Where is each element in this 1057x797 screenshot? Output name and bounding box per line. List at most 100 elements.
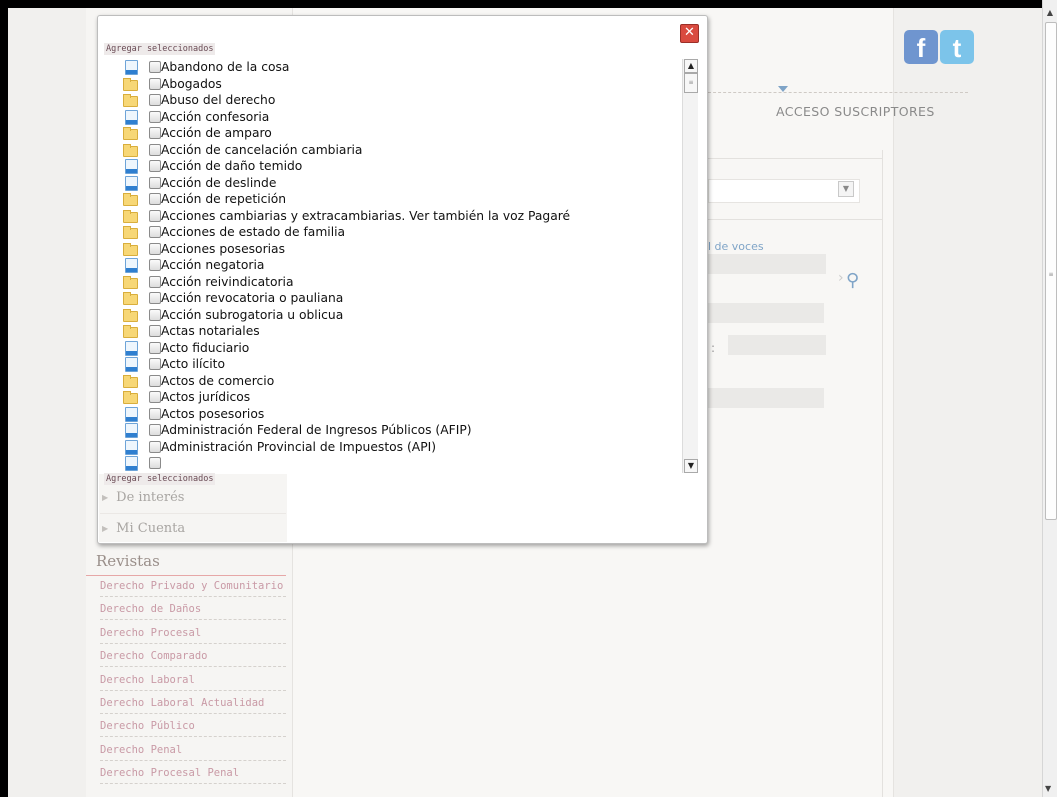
menu-item-de-interes[interactable]: ▶ De interés bbox=[102, 490, 184, 505]
list-item-label: Abandono de la cosa bbox=[161, 60, 290, 74]
item-checkbox[interactable] bbox=[149, 176, 161, 189]
item-checkbox[interactable] bbox=[149, 275, 161, 288]
search-input[interactable] bbox=[708, 254, 826, 274]
scroll-down-icon[interactable]: ▼ bbox=[684, 459, 698, 473]
list-item[interactable]: Administración Provincial de Impuestos (… bbox=[120, 439, 682, 456]
chevron-down-icon[interactable]: ▼ bbox=[838, 181, 854, 197]
list-item[interactable]: Acciones de estado de familia bbox=[120, 224, 682, 241]
item-checkbox[interactable] bbox=[149, 110, 161, 123]
triangle-right-icon: ▶ bbox=[102, 493, 109, 502]
add-selected-bottom-button[interactable]: Agregar seleccionados bbox=[104, 473, 216, 485]
revista-link[interactable]: Derecho Comparado bbox=[100, 650, 286, 668]
item-checkbox[interactable] bbox=[149, 160, 161, 172]
scrollbar-thumb[interactable]: ≡ bbox=[1045, 22, 1057, 520]
revista-link[interactable]: Derecho Privado y Comunitario bbox=[100, 580, 286, 597]
list-item[interactable]: Actos de comercio bbox=[120, 373, 682, 390]
list-item-label: Administración Federal de Ingresos Públi… bbox=[161, 423, 472, 437]
revista-link[interactable]: Derecho Penal bbox=[100, 744, 286, 761]
text-field[interactable] bbox=[728, 335, 826, 355]
document-icon bbox=[125, 456, 138, 471]
list-item[interactable]: Acción revocatoria o pauliana bbox=[120, 290, 682, 307]
item-checkbox[interactable] bbox=[149, 374, 161, 387]
revista-link[interactable]: Derecho Procesal bbox=[100, 627, 286, 644]
menu-item-mi-cuenta[interactable]: ▶ Mi Cuenta bbox=[102, 521, 185, 536]
revista-link[interactable]: Derecho de Daños bbox=[100, 603, 286, 621]
text-field[interactable] bbox=[708, 303, 824, 323]
item-checkbox[interactable] bbox=[149, 440, 161, 453]
list-item[interactable]: Acción de daño temido bbox=[120, 158, 682, 175]
search-icon[interactable]: ⚲ bbox=[846, 270, 859, 291]
list-item[interactable]: Administración Federal de Ingresos Públi… bbox=[120, 422, 682, 439]
panel-divider bbox=[708, 219, 883, 220]
list-item[interactable]: Acción de cancelación cambiaria bbox=[120, 142, 682, 159]
list-item[interactable]: Acciones posesorias bbox=[120, 241, 682, 258]
document-icon bbox=[125, 340, 138, 356]
document-icon bbox=[125, 423, 138, 438]
list-item-label: Acción revocatoria o pauliana bbox=[161, 291, 344, 305]
list-item[interactable]: Actas notariales bbox=[120, 323, 682, 340]
item-checkbox[interactable] bbox=[149, 358, 161, 370]
search-separator: › bbox=[838, 270, 844, 286]
text-field[interactable] bbox=[708, 388, 824, 408]
list-item[interactable]: Acciones cambiarias y extracambiarias. V… bbox=[120, 208, 682, 225]
item-checkbox[interactable] bbox=[149, 242, 161, 255]
voces-link[interactable]: l de voces bbox=[708, 240, 764, 253]
list-item[interactable]: Acción de repetición bbox=[120, 191, 682, 208]
list-item[interactable]: Abandono de la cosa bbox=[120, 59, 682, 76]
item-checkbox[interactable] bbox=[149, 209, 161, 222]
page-scrollbar[interactable]: ▲ ≡ ▼ bbox=[1042, 0, 1057, 797]
folder-icon bbox=[123, 325, 138, 338]
panel-divider bbox=[708, 158, 883, 159]
item-checkbox[interactable] bbox=[149, 143, 161, 156]
scroll-down-icon[interactable]: ▼ bbox=[1045, 784, 1051, 793]
list-item[interactable]: Acción confesoria bbox=[120, 109, 682, 126]
item-checkbox[interactable] bbox=[149, 292, 161, 304]
list-item-label: Acción de cancelación cambiaria bbox=[161, 142, 363, 157]
list-item[interactable]: Acción subrogatoria u oblicua bbox=[120, 307, 682, 324]
list-item-label: Acción de repetición bbox=[161, 192, 287, 206]
list-item-label: Acción de daño temido bbox=[161, 159, 303, 173]
list-item[interactable]: Acto fiduciario bbox=[120, 340, 682, 357]
item-checkbox[interactable] bbox=[149, 94, 161, 106]
revista-link[interactable]: Derecho Público bbox=[100, 720, 286, 738]
revista-link[interactable]: Derecho Procesal Penal bbox=[100, 767, 286, 785]
acceso-suscriptores-link[interactable]: ACCESO SUSCRIPTORES bbox=[776, 104, 935, 119]
list-item[interactable]: Acción negatoria bbox=[120, 257, 682, 274]
item-checkbox[interactable] bbox=[149, 61, 161, 73]
list-item[interactable]: Acción reivindicatoria bbox=[120, 274, 682, 291]
list-item[interactable]: Actos posesorios bbox=[120, 406, 682, 423]
list-scrollbar[interactable]: ▲ ≡ ▼ bbox=[682, 59, 698, 473]
revista-link[interactable]: Derecho Laboral bbox=[100, 674, 286, 691]
voces-popup-dialog: ✕ Agregar seleccionados Abandono de la c… bbox=[97, 15, 708, 544]
revista-link[interactable]: Derecho Laboral Actualidad bbox=[100, 697, 286, 714]
facebook-icon[interactable]: f bbox=[904, 30, 938, 64]
list-item-label: Acción subrogatoria u oblicua bbox=[161, 307, 344, 322]
item-checkbox[interactable] bbox=[149, 341, 161, 354]
list-item[interactable]: Acto ilícito bbox=[120, 356, 682, 373]
close-icon[interactable]: ✕ bbox=[680, 24, 699, 43]
list-item[interactable]: Abogados bbox=[120, 76, 682, 93]
header-divider bbox=[708, 92, 968, 93]
item-checkbox[interactable] bbox=[149, 325, 161, 337]
twitter-icon[interactable]: t bbox=[940, 30, 974, 64]
list-item[interactable]: Abuso del derecho bbox=[120, 92, 682, 109]
list-item[interactable]: Acción de amparo bbox=[120, 125, 682, 142]
item-checkbox[interactable] bbox=[149, 259, 161, 271]
add-selected-top-button[interactable]: Agregar seleccionados bbox=[104, 43, 216, 55]
list-item[interactable] bbox=[120, 455, 682, 472]
item-checkbox[interactable] bbox=[149, 77, 161, 90]
item-checkbox[interactable] bbox=[149, 226, 161, 238]
item-checkbox[interactable] bbox=[149, 308, 161, 321]
list-item[interactable]: Actos jurídicos bbox=[120, 389, 682, 406]
scroll-up-icon[interactable]: ▲ bbox=[1045, 8, 1055, 18]
scroll-up-icon[interactable]: ▲ bbox=[684, 59, 698, 73]
list-item[interactable]: Acción de deslinde bbox=[120, 175, 682, 192]
item-checkbox[interactable] bbox=[149, 407, 161, 420]
voces-tree-list[interactable]: Abandono de la cosa Abogados Abuso del der… bbox=[120, 59, 682, 473]
item-checkbox[interactable] bbox=[149, 193, 161, 205]
item-checkbox[interactable] bbox=[149, 391, 161, 403]
item-checkbox[interactable] bbox=[149, 457, 161, 469]
item-checkbox[interactable] bbox=[149, 127, 161, 139]
scrollbar-thumb[interactable]: ≡ bbox=[684, 73, 698, 93]
item-checkbox[interactable] bbox=[149, 424, 161, 436]
